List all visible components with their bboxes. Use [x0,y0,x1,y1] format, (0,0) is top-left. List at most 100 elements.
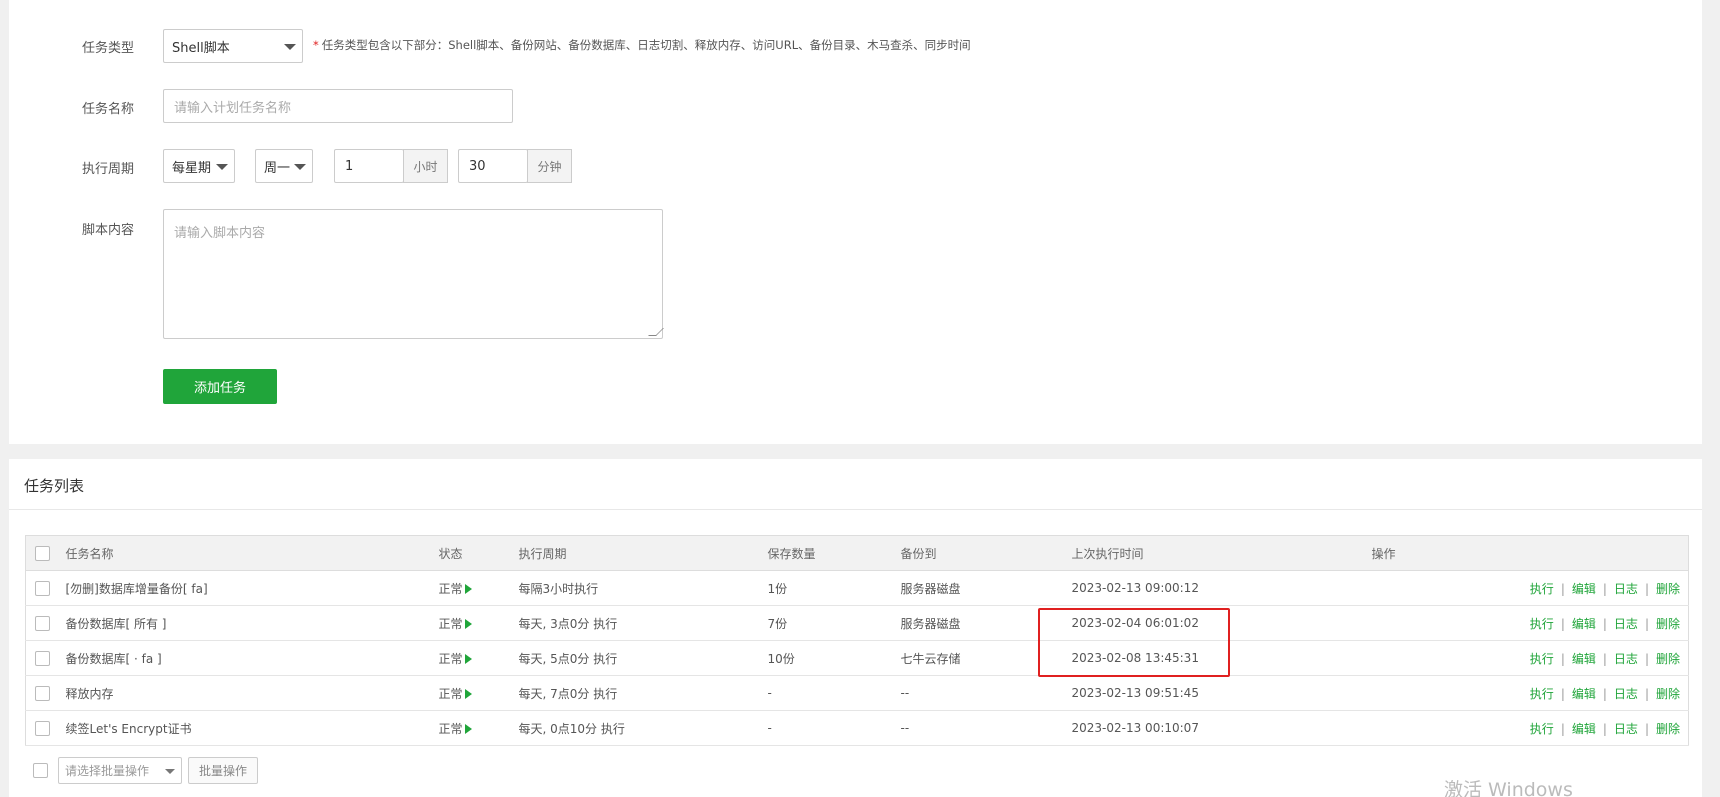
task-name-cell: [勿删]数据库增量备份[ fa] [65,570,439,606]
cycle-label: 执行周期 [82,162,135,177]
log-link[interactable]: 日志 [1614,617,1638,631]
edit-link[interactable]: 编辑 [1572,687,1596,701]
log-link[interactable]: 日志 [1614,722,1638,736]
status-cell[interactable]: 正常 [438,640,519,676]
log-link[interactable]: 日志 [1614,582,1638,596]
backup-to-cell: -- [900,675,1072,711]
task-type-value: Shell脚本 [172,40,230,56]
run-link[interactable]: 执行 [1530,617,1554,631]
hour-unit: 小时 [403,149,448,183]
header-keep: 保存数量 [767,535,901,571]
windows-activation-watermark: 激活 Windows [1444,779,1573,797]
period-select[interactable]: 每星期 [163,149,235,183]
play-icon [464,653,472,664]
script-label: 脚本内容 [82,223,135,238]
log-link[interactable]: 日志 [1614,652,1638,666]
chevron-down-icon [216,164,228,170]
keep-cell: - [767,675,901,711]
row-checkbox[interactable] [35,720,50,736]
task-name-label: 任务名称 [82,102,135,117]
run-link[interactable]: 执行 [1530,687,1554,701]
divider [9,509,1702,510]
delete-link[interactable]: 删除 [1656,722,1680,736]
row-checkbox[interactable] [35,615,50,631]
highlight-box [1038,608,1230,677]
cycle-cell: 每天, 5点0分 执行 [518,640,768,676]
task-list-title: 任务列表 [24,477,85,495]
weekday-value: 周一 [264,160,291,176]
edit-link[interactable]: 编辑 [1572,652,1596,666]
status-cell[interactable]: 正常 [438,570,519,606]
keep-cell: 10份 [767,640,901,676]
chevron-down-icon [284,44,296,50]
keep-cell: 7份 [767,605,901,641]
weekday-select[interactable]: 周一 [255,149,313,183]
delete-link[interactable]: 删除 [1656,687,1680,701]
log-link[interactable]: 日志 [1614,687,1638,701]
row-checkbox[interactable] [35,650,50,666]
table-row: 备份数据库[ 所有 ] 正常 每天, 3点0分 执行 7份 服务器磁盘 2023-02-0… [25,605,1689,641]
header-status: 状态 [438,535,519,571]
chevron-down-icon [294,164,306,170]
delete-link[interactable]: 删除 [1656,582,1680,596]
batch-select-placeholder: 请选择批量操作 [65,764,150,778]
keep-cell: - [767,710,901,746]
edit-link[interactable]: 编辑 [1572,722,1596,736]
row-checkbox[interactable] [35,685,50,701]
task-name-input[interactable]: 请输入计划任务名称 [163,89,513,123]
status-text: 正常 [438,651,463,666]
batch-operation-button[interactable]: 批量操作 [188,757,258,784]
run-link[interactable]: 执行 [1530,722,1554,736]
batch-select-all-checkbox[interactable] [33,763,48,778]
last-run-cell: 2023-02-13 09:00:12 [1071,570,1372,606]
cycle-cell: 每天, 3点0分 执行 [518,605,768,641]
add-task-button[interactable]: 添加任务 [163,369,277,404]
ops-cell: 执行 | 编辑 | 日志 | 删除 [1371,710,1689,746]
hour-input[interactable]: 1 [334,149,404,183]
edit-link[interactable]: 编辑 [1572,582,1596,596]
task-name-cell: 备份数据库[ 所有 ] [65,605,439,641]
run-link[interactable]: 执行 [1530,652,1554,666]
task-type-label: 任务类型 [82,41,135,56]
table-row: [勿删]数据库增量备份[ fa] 正常 每隔3小时执行 1份 服务器磁盘 2023-02-… [25,570,1689,606]
table-row: 备份数据库[ · fa ] 正常 每天, 5点0分 执行 10份 七牛云存储 2023-0… [25,640,1689,676]
cycle-cell: 每天, 7点0分 执行 [518,675,768,711]
task-table: 任务名称 状态 执行周期 保存数量 备份到 上次执行时间 操作 [勿删]数据库增… [25,535,1689,746]
last-run-cell: 2023-02-13 00:10:07 [1071,710,1372,746]
task-name-cell: 释放内存 [65,675,439,711]
edit-link[interactable]: 编辑 [1572,617,1596,631]
run-link[interactable]: 执行 [1530,582,1554,596]
backup-to-cell: -- [900,710,1072,746]
cycle-cell: 每天, 0点10分 执行 [518,710,768,746]
status-text: 正常 [438,581,463,596]
ops-cell: 执行 | 编辑 | 日志 | 删除 [1371,570,1689,606]
period-value: 每星期 [172,160,212,176]
backup-to-cell: 服务器磁盘 [900,570,1072,606]
play-icon [464,688,472,699]
delete-link[interactable]: 删除 [1656,617,1680,631]
status-cell[interactable]: 正常 [438,675,519,711]
status-cell[interactable]: 正常 [438,605,519,641]
script-placeholder: 请输入脚本内容 [174,226,266,241]
script-textarea[interactable]: 请输入脚本内容 [163,209,664,339]
status-cell[interactable]: 正常 [438,710,519,746]
task-name-cell: 备份数据库[ · fa ] [65,640,439,676]
task-name-cell: 续签Let's Encrypt证书 [65,710,439,746]
status-text: 正常 [438,616,463,631]
minute-input[interactable]: 30 [458,149,528,183]
select-all-checkbox[interactable] [35,545,50,561]
batch-operation-select[interactable]: 请选择批量操作 [58,757,182,784]
keep-cell: 1份 [767,570,901,606]
cycle-cell: 每隔3小时执行 [518,570,768,606]
row-checkbox[interactable] [35,580,50,596]
task-type-select[interactable]: Shell脚本 [163,29,303,63]
header-last-run: 上次执行时间 [1071,535,1372,571]
status-text: 正常 [438,686,463,701]
last-run-cell: 2023-02-13 09:51:45 [1071,675,1372,711]
play-icon [464,583,472,594]
delete-link[interactable]: 删除 [1656,652,1680,666]
resize-grip-icon[interactable] [648,328,664,336]
header-backup-to: 备份到 [900,535,1072,571]
header-cycle: 执行周期 [518,535,768,571]
table-row: 续签Let's Encrypt证书 正常 每天, 0点10分 执行 - -- 2023-0… [25,710,1689,746]
